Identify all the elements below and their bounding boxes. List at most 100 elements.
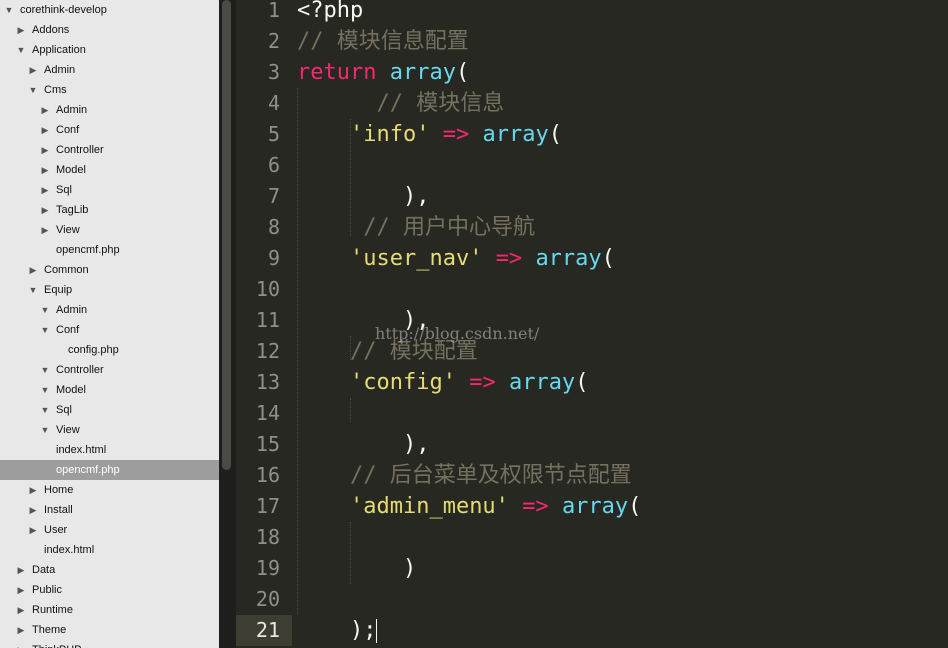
code-line[interactable]: // 模块信息配置 [297, 26, 469, 57]
code-line[interactable]: // 模块信息 [297, 88, 504, 119]
tree-file-item[interactable]: index.html [0, 540, 219, 560]
tree-folder-item[interactable]: ▶ Controller [0, 140, 219, 160]
tree-folder-item[interactable]: ▶ Conf [0, 120, 219, 140]
tree-folder-item[interactable]: ▶ Admin [0, 60, 219, 80]
disclosure-expanded-icon[interactable]: ▼ [40, 380, 50, 400]
code-line[interactable]: // 用户中心导航 [297, 212, 535, 243]
tree-folder-item[interactable]: ▶ Sql [0, 180, 219, 200]
tree-folder-item[interactable]: ▶ Model [0, 160, 219, 180]
tree-item-label: Admin [56, 304, 88, 316]
code-line[interactable]: // 后台菜单及权限节点配置 [297, 460, 632, 491]
tree-folder-item[interactable]: ▼ corethink-develop [0, 0, 219, 20]
tree-folder-item[interactable]: ▼ Controller [0, 360, 219, 380]
tree-item-label: Controller [56, 364, 104, 376]
disclosure-collapsed-icon[interactable]: ▶ [40, 120, 50, 140]
disclosure-collapsed-icon[interactable]: ▶ [28, 60, 38, 80]
tree-folder-item[interactable]: ▶ TagLib [0, 200, 219, 220]
disclosure-collapsed-icon[interactable]: ▶ [16, 620, 26, 640]
disclosure-collapsed-icon[interactable]: ▶ [40, 180, 50, 200]
tree-folder-item[interactable]: ▼ View [0, 420, 219, 440]
tree-folder-item[interactable]: ▼ Conf [0, 320, 219, 340]
tree-folder-item[interactable]: ▼ Cms [0, 80, 219, 100]
tree-folder-item[interactable]: ▼ Equip [0, 280, 219, 300]
disclosure-collapsed-icon[interactable]: ▶ [28, 520, 38, 540]
disclosure-collapsed-icon[interactable]: ▶ [40, 200, 50, 220]
indent-guide [350, 522, 351, 584]
tree-folder-item[interactable]: ▶ View [0, 220, 219, 240]
disclosure-collapsed-icon[interactable]: ▶ [40, 140, 50, 160]
tree-file-item[interactable]: opencmf.php [0, 240, 219, 260]
disclosure-collapsed-icon[interactable]: ▶ [40, 220, 50, 240]
disclosure-expanded-icon[interactable]: ▼ [16, 40, 26, 60]
code-token: ), [297, 184, 430, 209]
code-line[interactable]: 'config' => array( [297, 367, 588, 398]
disclosure-collapsed-icon[interactable]: ▶ [16, 560, 26, 580]
tree-item-label: Sql [56, 404, 72, 416]
tree-item-label: Install [44, 504, 73, 516]
tree-item-label: opencmf.php [56, 464, 120, 476]
code-line[interactable]: ), [297, 181, 430, 212]
disclosure-expanded-icon[interactable]: ▼ [40, 300, 50, 320]
tree-folder-item[interactable]: ▶ ThinkPHP [0, 640, 219, 648]
code-token: ( [455, 60, 470, 85]
line-number: 2 [267, 29, 280, 53]
tree-item-label: View [56, 224, 80, 236]
disclosure-collapsed-icon[interactable]: ▶ [28, 480, 38, 500]
disclosure-collapsed-icon[interactable]: ▶ [28, 260, 38, 280]
tree-file-item[interactable]: index.html [0, 440, 219, 460]
tree-folder-item[interactable]: ▼ Admin [0, 300, 219, 320]
tree-file-item[interactable]: config.php [0, 340, 219, 360]
tree-folder-item[interactable]: ▶ Addons [0, 20, 219, 40]
tree-item-label: index.html [44, 544, 95, 556]
disclosure-collapsed-icon[interactable]: ▶ [16, 20, 26, 40]
tree-folder-item[interactable]: ▶ Data [0, 560, 219, 580]
disclosure-expanded-icon[interactable]: ▼ [28, 280, 38, 300]
line-number: 5 [267, 122, 280, 146]
tree-folder-item[interactable]: ▼ Application [0, 40, 219, 60]
line-number: 18 [255, 525, 280, 549]
tree-folder-item[interactable]: ▼ Model [0, 380, 219, 400]
code-line[interactable]: return array( [297, 57, 469, 88]
code-line[interactable]: ), [297, 429, 430, 460]
tree-folder-item[interactable]: ▶ Admin [0, 100, 219, 120]
disclosure-collapsed-icon[interactable]: ▶ [40, 160, 50, 180]
sidebar-scrollbar-thumb[interactable] [222, 0, 231, 470]
tree-folder-item[interactable]: ▶ Home [0, 480, 219, 500]
disclosure-collapsed-icon[interactable]: ▶ [16, 580, 26, 600]
disclosure-expanded-icon[interactable]: ▼ [4, 0, 14, 20]
indent-guide [350, 119, 351, 236]
code-line[interactable]: ); [297, 615, 378, 646]
tree-folder-item[interactable]: ▶ Common [0, 260, 219, 280]
tree-folder-item[interactable]: ▶ Runtime [0, 600, 219, 620]
tree-item-label: Common [44, 264, 89, 276]
code-line[interactable]: <?php [297, 0, 363, 26]
tree-folder-item[interactable]: ▶ Install [0, 500, 219, 520]
tree-item-label: Public [32, 584, 62, 596]
disclosure-collapsed-icon[interactable]: ▶ [16, 600, 26, 620]
disclosure-collapsed-icon[interactable]: ▶ [28, 500, 38, 520]
disclosure-expanded-icon[interactable]: ▼ [40, 420, 50, 440]
code-line[interactable]: 'user_nav' => array( [297, 243, 615, 274]
tree-item-label: ThinkPHP [32, 640, 82, 648]
disclosure-expanded-icon[interactable]: ▼ [40, 360, 50, 380]
line-number: 10 [255, 277, 280, 301]
tree-folder-item[interactable]: ▼ Sql [0, 400, 219, 420]
code-token: // 模块信息 [297, 91, 505, 116]
code-line[interactable]: ) [297, 553, 416, 584]
tree-file-item[interactable]: opencmf.php [0, 460, 219, 480]
disclosure-collapsed-icon[interactable]: ▶ [40, 100, 50, 120]
code-line[interactable]: 'admin_menu' => array( [297, 491, 641, 522]
code-line[interactable]: 'info' => array( [297, 119, 562, 150]
disclosure-expanded-icon[interactable]: ▼ [28, 80, 38, 100]
disclosure-expanded-icon[interactable]: ▼ [40, 320, 50, 340]
disclosure-collapsed-icon[interactable]: ▶ [16, 640, 26, 648]
tree-folder-item[interactable]: ▶ Public [0, 580, 219, 600]
disclosure-expanded-icon[interactable]: ▼ [40, 400, 50, 420]
tree-folder-item[interactable]: ▶ Theme [0, 620, 219, 640]
tree-folder-item[interactable]: ▶ User [0, 520, 219, 540]
